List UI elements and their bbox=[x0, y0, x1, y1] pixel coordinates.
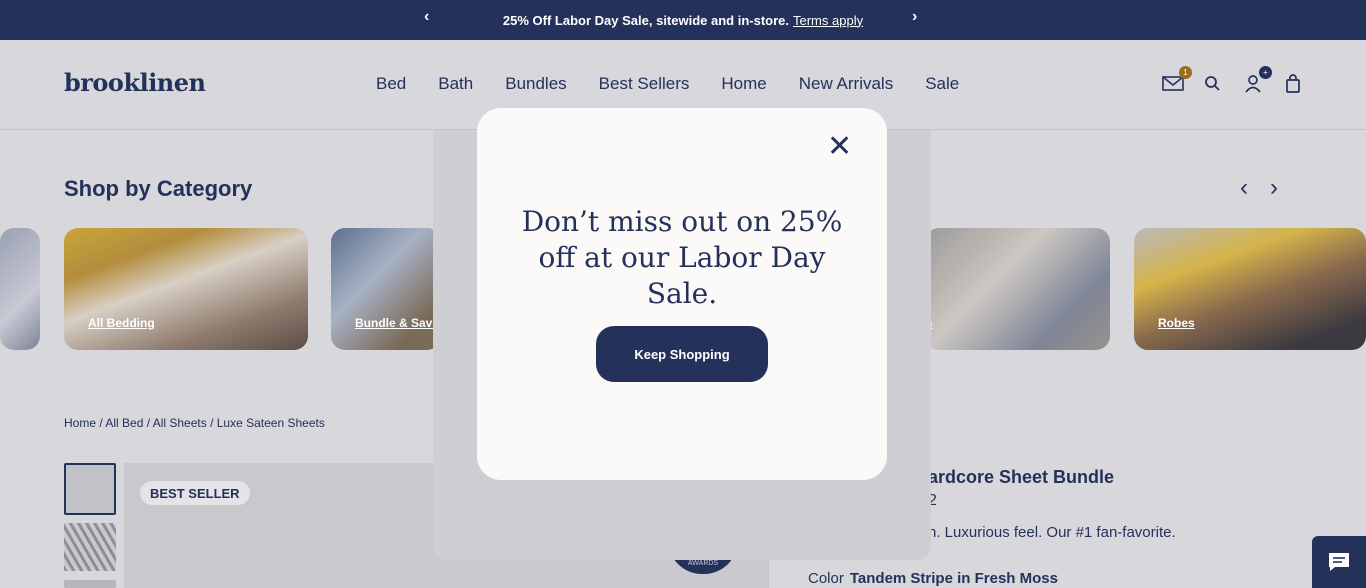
breadcrumb[interactable]: Home / All Bed / All Sheets / Luxe Satee… bbox=[64, 416, 325, 430]
header-icons: 1 + bbox=[1162, 66, 1304, 94]
nav-item-new-arrivals[interactable]: New Arrivals bbox=[799, 74, 893, 94]
shop-by-category-heading: Shop by Category bbox=[64, 176, 253, 201]
account-icon[interactable]: + bbox=[1242, 66, 1272, 94]
modal-heading: Don’t miss out on 25% off at our Labor D… bbox=[521, 205, 843, 310]
category-card-partial-left[interactable] bbox=[0, 228, 40, 350]
mail-icon[interactable]: 1 bbox=[1162, 66, 1192, 94]
category-card-all-bedding[interactable]: All Bedding bbox=[64, 228, 308, 350]
sale-popup-modal: ✕ Don’t miss out on 25% off at our Labor… bbox=[477, 108, 887, 480]
color-value: Tandem Stripe in Fresh Moss bbox=[849, 570, 1058, 587]
chat-icon bbox=[1329, 553, 1349, 571]
mail-badge: 1 bbox=[1179, 66, 1192, 79]
chat-button[interactable] bbox=[1312, 536, 1366, 588]
nav-item-home[interactable]: Home bbox=[721, 74, 766, 94]
category-label-all-bedding: All Bedding bbox=[88, 316, 155, 330]
award-seal-text: AWARDS bbox=[687, 560, 719, 567]
announcement-bar: ‹ 25% Off Labor Day Sale, sitewide and i… bbox=[0, 0, 1366, 40]
carousel-next-icon[interactable]: › bbox=[1270, 174, 1278, 202]
terms-link[interactable]: Terms apply bbox=[793, 13, 863, 28]
color-label: Color bbox=[808, 570, 844, 587]
keep-shopping-button[interactable]: Keep Shopping bbox=[596, 326, 768, 382]
product-title: ardcore Sheet Bundle bbox=[928, 467, 1115, 487]
product-thumbnail-1[interactable] bbox=[64, 463, 116, 515]
category-label-robes: Robes bbox=[1158, 316, 1195, 330]
category-card-partial[interactable]: n bbox=[925, 228, 1110, 350]
category-label-bundle-save: Bundle & Save bbox=[355, 316, 440, 330]
cart-icon[interactable] bbox=[1282, 72, 1304, 94]
nav-item-bundles[interactable]: Bundles bbox=[505, 74, 566, 94]
carousel-prev-icon[interactable]: ‹ bbox=[1240, 174, 1248, 202]
category-card-bundle-save[interactable]: Bundle & Save bbox=[331, 228, 441, 350]
announcement-prev-icon[interactable]: ‹ bbox=[424, 8, 429, 26]
nav-item-sale[interactable]: Sale bbox=[925, 74, 959, 94]
product-thumbnail-3[interactable] bbox=[64, 580, 116, 588]
category-card-robes[interactable]: Robes bbox=[1134, 228, 1366, 350]
nav-item-bath[interactable]: Bath bbox=[438, 74, 473, 94]
nav-item-bed[interactable]: Bed bbox=[376, 74, 406, 94]
nav-item-best-sellers[interactable]: Best Sellers bbox=[599, 74, 690, 94]
brand-logo[interactable]: brooklinen bbox=[64, 68, 206, 97]
main-nav: Bed Bath Bundles Best Sellers Home New A… bbox=[376, 74, 991, 94]
announcement-next-icon[interactable]: › bbox=[912, 8, 917, 26]
color-selector-label: Color Tandem Stripe in Fresh Moss bbox=[808, 570, 1058, 587]
product-description: n. Luxurious feel. Our #1 fan-favorite. bbox=[928, 524, 1176, 541]
account-badge: + bbox=[1259, 66, 1272, 79]
announcement-text: 25% Off Labor Day Sale, sitewide and in-… bbox=[502, 12, 789, 28]
search-icon[interactable] bbox=[1202, 72, 1224, 94]
close-icon[interactable]: ✕ bbox=[827, 132, 852, 162]
carousel-arrows: ‹ › bbox=[1240, 174, 1278, 202]
product-thumbnail-2[interactable] bbox=[64, 523, 116, 571]
best-seller-badge: BEST SELLER bbox=[140, 481, 250, 505]
